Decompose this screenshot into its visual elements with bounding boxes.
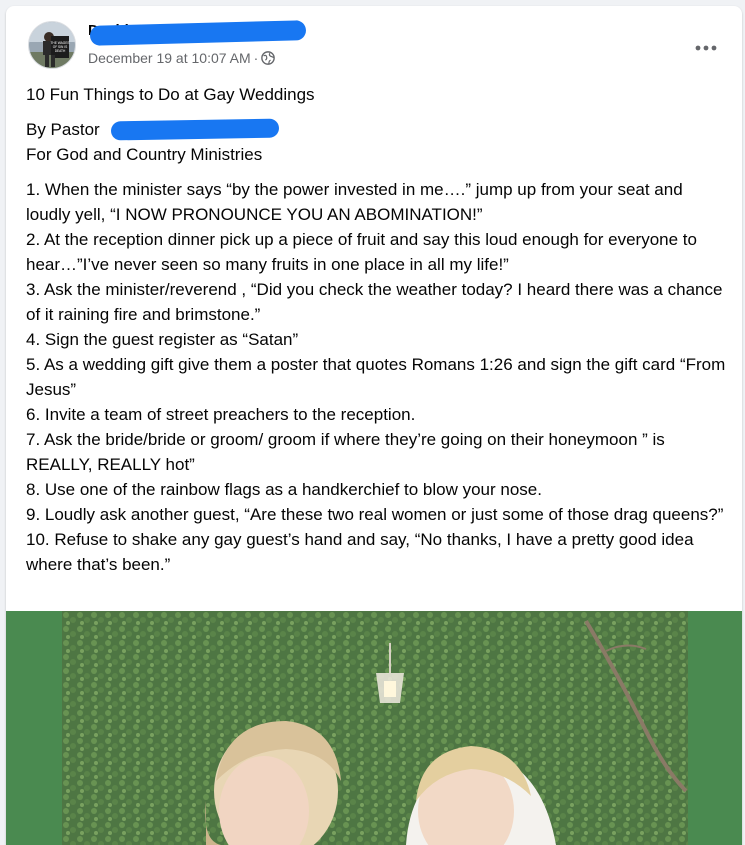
post-card: THE WAGES OF SIN IS DEATH David Ha Decem…	[6, 6, 742, 845]
list-item-8: 8. Use one of the rainbow flags as a han…	[26, 480, 542, 499]
more-options-icon	[695, 45, 717, 51]
list-item-5: 5. As a wedding gift give them a poster …	[26, 355, 726, 399]
post-byline: By Pastor	[26, 117, 731, 142]
organization-line: For God and Country Ministries	[26, 145, 263, 164]
list-item-3: 3. Ask the minister/reverend , “Did you …	[26, 280, 723, 324]
post-header: THE WAGES OF SIN IS DEATH David Ha Decem…	[6, 6, 742, 78]
post-body: 10 Fun Things to Do at Gay Weddings By P…	[26, 82, 731, 577]
byline-prefix: By Pastor	[26, 120, 100, 139]
meta-separator: ·	[253, 50, 259, 66]
wedding-photo-image	[6, 611, 742, 845]
list-item-9: 9. Loudly ask another guest, “Are these …	[26, 505, 724, 524]
list-item-10: 10. Refuse to shake any gay guest’s hand…	[26, 530, 694, 574]
post-meta: December 19 at 10:07 AM ·	[88, 49, 276, 67]
name-redaction	[89, 20, 307, 46]
list-item-2: 2. At the reception dinner pick up a pie…	[26, 230, 697, 274]
post-photo[interactable]	[6, 611, 742, 845]
list-item-1: 1. When the minister says “by the power …	[26, 180, 683, 224]
author-avatar[interactable]: THE WAGES OF SIN IS DEATH	[28, 21, 76, 69]
post-timestamp[interactable]: December 19 at 10:07 AM	[88, 49, 251, 67]
more-options-button[interactable]	[688, 30, 724, 66]
list-item-7: 7. Ask the bride/bride or groom/ groom i…	[26, 430, 665, 474]
pastor-name-redaction	[110, 118, 280, 141]
list-item-4: 4. Sign the guest register as “Satan”	[26, 330, 299, 349]
globe-icon[interactable]	[261, 51, 276, 65]
list-item-6: 6. Invite a team of street preachers to …	[26, 405, 416, 424]
avatar-image: THE WAGES OF SIN IS DEATH	[29, 22, 75, 68]
svg-text:DEATH: DEATH	[55, 49, 66, 53]
post-title: 10 Fun Things to Do at Gay Weddings	[26, 85, 315, 104]
